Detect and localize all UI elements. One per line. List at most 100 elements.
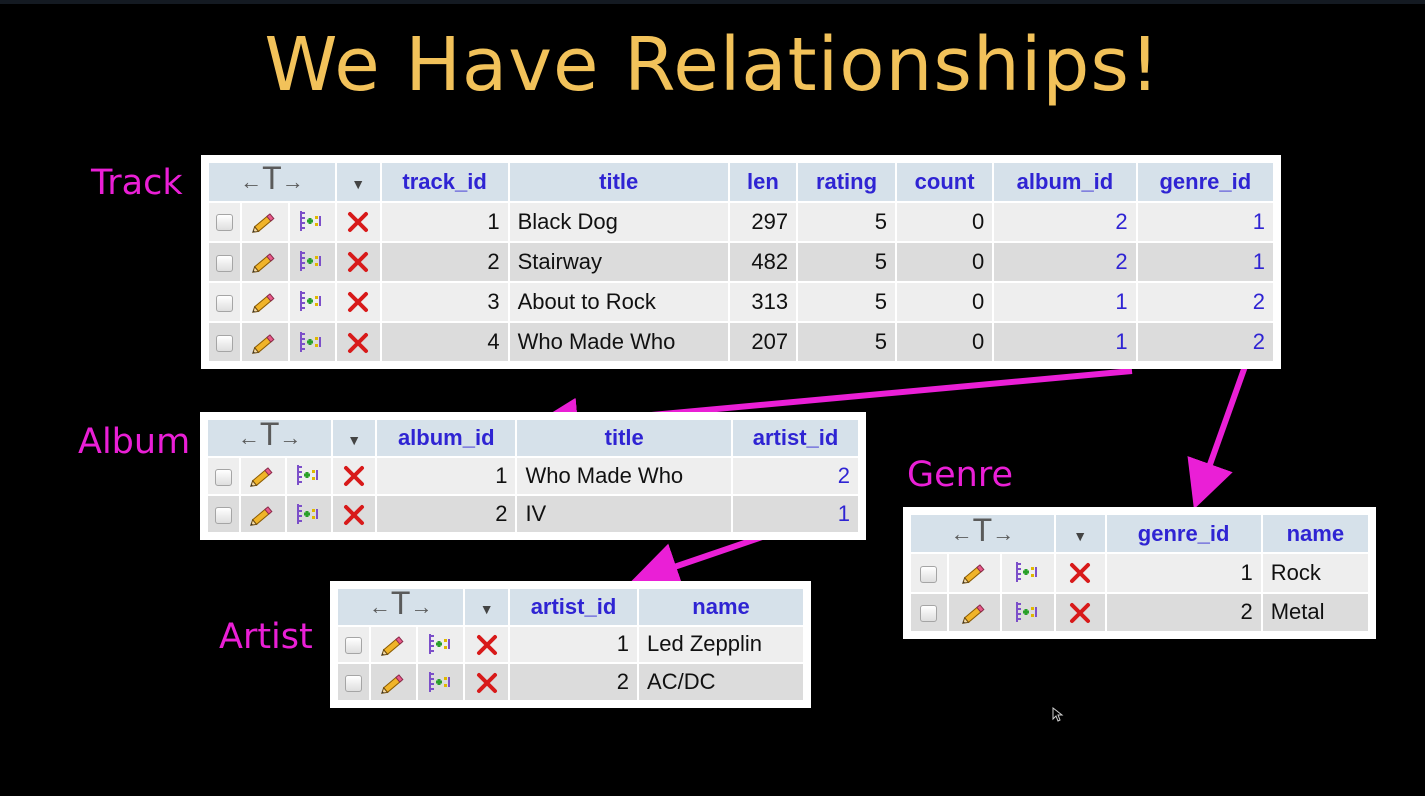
copy-row-icon[interactable] bbox=[289, 322, 335, 361]
row-checkbox[interactable] bbox=[920, 565, 938, 583]
delete-icon[interactable] bbox=[1055, 593, 1105, 631]
copy-row-icon[interactable] bbox=[289, 282, 335, 321]
arrow-track-to-genre bbox=[1187, 356, 1251, 510]
copy-row-icon[interactable] bbox=[286, 457, 332, 494]
column-options-dropdown[interactable]: ▼ bbox=[333, 420, 376, 456]
copy-row-icon[interactable] bbox=[1002, 593, 1054, 631]
column-options-dropdown[interactable]: ▼ bbox=[336, 163, 380, 201]
edit-icon[interactable] bbox=[240, 457, 285, 494]
cell: 313 bbox=[729, 282, 797, 321]
delete-icon[interactable] bbox=[333, 495, 376, 532]
copy-row-icon[interactable] bbox=[418, 626, 464, 663]
genre-header-row: ←T→ ▼ genre_id name bbox=[911, 514, 1368, 553]
track-header-row: ←T→ ▼ track_id title len rating count al… bbox=[209, 162, 1273, 201]
artist-table-label: Artist bbox=[219, 617, 313, 657]
column-header[interactable]: album_id bbox=[994, 163, 1136, 201]
column-header[interactable]: name bbox=[1262, 515, 1368, 553]
genre-table-label: Genre bbox=[907, 455, 1013, 495]
column-header[interactable]: artist_id bbox=[733, 420, 858, 456]
cell: AC/DC bbox=[639, 664, 803, 700]
sort-control[interactable]: ←T→ bbox=[208, 418, 332, 456]
delete-icon[interactable] bbox=[336, 242, 380, 281]
row-checkbox[interactable] bbox=[345, 674, 363, 692]
cell: 5 bbox=[798, 322, 895, 361]
copy-row-icon[interactable] bbox=[286, 495, 332, 532]
delete-icon[interactable] bbox=[465, 626, 508, 663]
column-options-dropdown[interactable]: ▼ bbox=[465, 589, 508, 625]
edit-icon[interactable] bbox=[371, 664, 417, 700]
copy-row-icon[interactable] bbox=[1002, 554, 1054, 592]
cell: 5 bbox=[798, 202, 895, 241]
delete-icon[interactable] bbox=[1055, 554, 1105, 592]
sort-control[interactable]: ←T→ bbox=[911, 514, 1054, 553]
row-checkbox[interactable] bbox=[216, 254, 234, 272]
table-row: 3 About to Rock 313 5 0 1 2 bbox=[209, 282, 1273, 321]
track-table-label: Track bbox=[91, 163, 183, 203]
column-header[interactable]: track_id bbox=[381, 163, 508, 201]
column-header[interactable]: count bbox=[896, 163, 993, 201]
foreign-key-link[interactable]: 2 bbox=[733, 457, 858, 494]
column-header[interactable]: artist_id bbox=[509, 589, 638, 625]
edit-icon[interactable] bbox=[242, 322, 288, 361]
edit-icon[interactable] bbox=[242, 242, 288, 281]
column-header[interactable]: title bbox=[509, 163, 728, 201]
table-row: 2 Stairway 482 5 0 2 1 bbox=[209, 242, 1273, 281]
album-header-row: ←T→ ▼ album_id title artist_id bbox=[208, 418, 858, 456]
delete-icon[interactable] bbox=[336, 282, 380, 321]
cell: Who Made Who bbox=[517, 457, 732, 494]
copy-row-icon[interactable] bbox=[289, 242, 335, 281]
sort-control[interactable]: ←T→ bbox=[338, 587, 464, 625]
cell: 1 bbox=[377, 457, 516, 494]
foreign-key-link[interactable]: 2 bbox=[1137, 322, 1273, 361]
row-checkbox[interactable] bbox=[216, 294, 234, 312]
foreign-key-link[interactable]: 2 bbox=[994, 242, 1136, 281]
row-checkbox[interactable] bbox=[345, 637, 363, 655]
copy-row-icon[interactable] bbox=[418, 664, 464, 700]
foreign-key-link[interactable]: 1 bbox=[994, 322, 1136, 361]
edit-icon[interactable] bbox=[242, 202, 288, 241]
cell: Metal bbox=[1262, 593, 1368, 631]
cell: 0 bbox=[896, 322, 993, 361]
delete-icon[interactable] bbox=[336, 202, 380, 241]
edit-icon[interactable] bbox=[371, 626, 417, 663]
edit-icon[interactable] bbox=[242, 282, 288, 321]
sort-control[interactable]: ←T→ bbox=[209, 162, 335, 201]
cell: IV bbox=[517, 495, 732, 532]
edit-icon[interactable] bbox=[948, 593, 1001, 631]
delete-icon[interactable] bbox=[336, 322, 380, 361]
copy-row-icon[interactable] bbox=[289, 202, 335, 241]
cell: Black Dog bbox=[509, 202, 728, 241]
column-header[interactable]: name bbox=[639, 589, 803, 625]
column-header[interactable]: title bbox=[517, 420, 732, 456]
foreign-key-link[interactable]: 1 bbox=[733, 495, 858, 532]
foreign-key-link[interactable]: 2 bbox=[1137, 282, 1273, 321]
row-checkbox[interactable] bbox=[216, 334, 234, 352]
column-header[interactable]: len bbox=[729, 163, 797, 201]
column-header[interactable]: genre_id bbox=[1106, 515, 1261, 553]
edit-icon[interactable] bbox=[240, 495, 285, 532]
cell: 0 bbox=[896, 282, 993, 321]
album-table: ←T→ ▼ album_id title artist_id 1 Who Mad… bbox=[206, 418, 860, 534]
row-checkbox[interactable] bbox=[214, 506, 232, 524]
delete-icon[interactable] bbox=[465, 664, 508, 700]
column-options-dropdown[interactable]: ▼ bbox=[1055, 515, 1105, 553]
table-row: 2 AC/DC bbox=[338, 664, 803, 700]
table-row: 2 IV 1 bbox=[208, 495, 858, 532]
column-header[interactable]: rating bbox=[798, 163, 895, 201]
row-checkbox[interactable] bbox=[920, 604, 938, 622]
edit-icon[interactable] bbox=[948, 554, 1001, 592]
foreign-key-link[interactable]: 1 bbox=[994, 282, 1136, 321]
row-checkbox[interactable] bbox=[216, 214, 234, 232]
foreign-key-link[interactable]: 2 bbox=[994, 202, 1136, 241]
foreign-key-link[interactable]: 1 bbox=[1137, 202, 1273, 241]
table-row: 4 Who Made Who 207 5 0 1 2 bbox=[209, 322, 1273, 361]
row-checkbox[interactable] bbox=[214, 468, 232, 486]
column-header[interactable]: album_id bbox=[377, 420, 516, 456]
cell: Stairway bbox=[509, 242, 728, 281]
album-table-label: Album bbox=[78, 422, 191, 462]
genre-table-panel: ←T→ ▼ genre_id name 1 Rock 2 Metal bbox=[903, 507, 1376, 639]
foreign-key-link[interactable]: 1 bbox=[1137, 242, 1273, 281]
column-header[interactable]: genre_id bbox=[1137, 163, 1273, 201]
delete-icon[interactable] bbox=[333, 457, 376, 494]
artist-header-row: ←T→ ▼ artist_id name bbox=[338, 587, 803, 625]
